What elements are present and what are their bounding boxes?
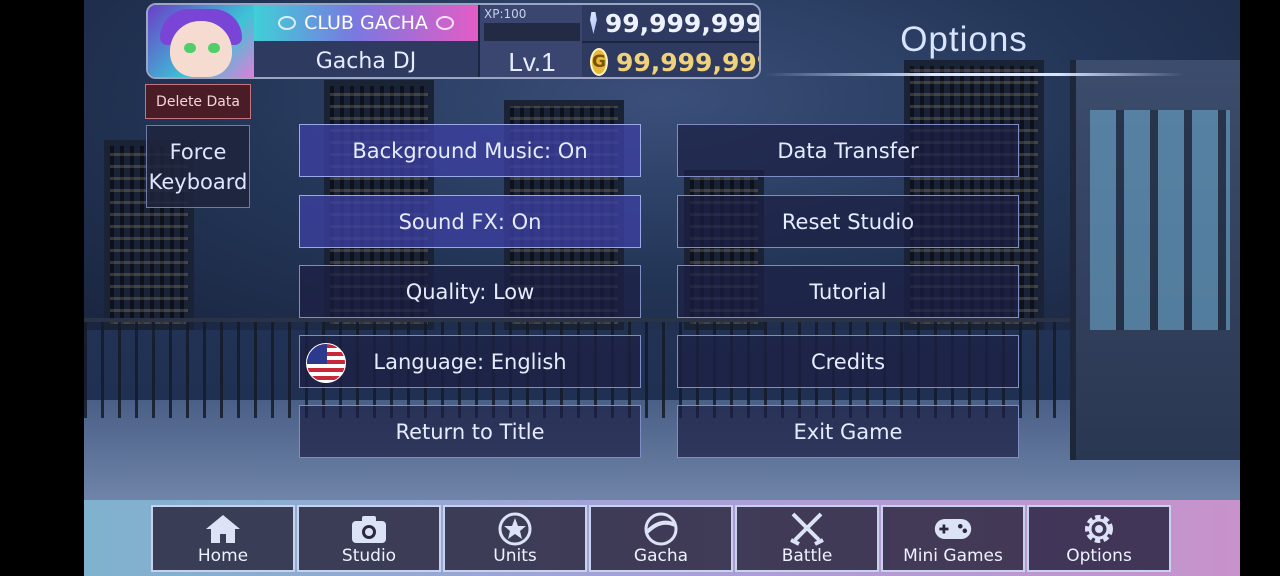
player-profile-panel: CLUB GACHA Gacha DJ XP:100 Lv.1 99,999,9… <box>146 3 761 79</box>
credits-button[interactable]: Credits <box>677 335 1019 388</box>
gold-coin-icon: G <box>590 48 608 76</box>
xp-label: XP:100 <box>484 7 527 21</box>
reset-studio-label: Reset Studio <box>781 209 915 234</box>
credits-label: Credits <box>810 349 886 374</box>
language-label: Language: English <box>373 349 567 374</box>
club-name: CLUB GACHA <box>304 12 428 34</box>
delete-data-button[interactable]: Delete Data <box>145 84 251 119</box>
player-name: Gacha DJ <box>254 41 478 77</box>
exit-game-button[interactable]: Exit Game <box>677 405 1019 458</box>
gacha-ball-icon <box>641 512 681 546</box>
return-to-title-button[interactable]: Return to Title <box>299 405 641 458</box>
diamond-icon <box>590 12 597 34</box>
title-underline <box>764 73 1184 76</box>
club-banner: CLUB GACHA <box>254 5 478 41</box>
language-button[interactable]: Language: English <box>299 335 641 388</box>
nav-options[interactable]: Options <box>1027 505 1171 572</box>
xp-progress-bar <box>484 23 580 41</box>
nav-gacha[interactable]: Gacha <box>589 505 733 572</box>
force-keyboard-button[interactable]: Force Keyboard <box>146 125 250 208</box>
crossed-swords-icon <box>787 512 827 546</box>
exit-game-label: Exit Game <box>793 419 903 444</box>
gear-icon <box>1079 512 1119 546</box>
sound-fx-label: Sound FX: On <box>398 209 542 234</box>
page-title: Options <box>900 20 1028 59</box>
quality-button[interactable]: Quality: Low <box>299 265 641 318</box>
nav-units[interactable]: Units <box>443 505 587 572</box>
nav-battle[interactable]: Battle <box>735 505 879 572</box>
club-ring-icon <box>278 16 297 30</box>
gold-counter: G 99,999,999 <box>582 43 761 77</box>
game-screen: CLUB GACHA Gacha DJ XP:100 Lv.1 99,999,9… <box>84 0 1240 576</box>
player-level: Lv.1 <box>508 46 556 77</box>
xp-panel: XP:100 Lv.1 <box>478 5 582 77</box>
camera-icon <box>349 512 389 546</box>
avatar[interactable] <box>148 5 254 77</box>
nav-options-label: Options <box>1066 546 1132 566</box>
return-to-title-label: Return to Title <box>395 419 545 444</box>
nav-studio[interactable]: Studio <box>297 505 441 572</box>
data-transfer-label: Data Transfer <box>777 138 919 163</box>
sound-fx-button[interactable]: Sound FX: On <box>299 195 641 248</box>
nav-home-label: Home <box>197 546 249 566</box>
bottom-nav-bar: Home Studio Units Gacha Battle Mini Game… <box>84 500 1240 576</box>
gamepad-icon <box>933 512 973 546</box>
background-music-label: Background Music: On <box>352 138 588 163</box>
reset-studio-button[interactable]: Reset Studio <box>677 195 1019 248</box>
nav-home[interactable]: Home <box>151 505 295 572</box>
gold-amount: 99,999,999 <box>615 47 761 77</box>
gem-amount: 99,999,999 <box>604 8 761 38</box>
data-transfer-button[interactable]: Data Transfer <box>677 124 1019 177</box>
club-ring-icon <box>435 16 454 30</box>
background-music-button[interactable]: Background Music: On <box>299 124 641 177</box>
quality-label: Quality: Low <box>405 279 535 304</box>
nav-battle-label: Battle <box>781 546 833 566</box>
us-flag-icon <box>306 343 346 383</box>
nav-mini-games-label: Mini Games <box>903 546 1003 566</box>
nav-gacha-label: Gacha <box>633 546 689 566</box>
rooftop-house <box>1070 60 1240 460</box>
nav-units-label: Units <box>493 546 537 566</box>
tutorial-label: Tutorial <box>809 279 887 304</box>
nav-studio-label: Studio <box>341 546 397 566</box>
home-icon <box>203 512 243 546</box>
gem-counter: 99,999,999 <box>582 5 761 43</box>
tutorial-button[interactable]: Tutorial <box>677 265 1019 318</box>
nav-mini-games[interactable]: Mini Games <box>881 505 1025 572</box>
star-icon <box>495 512 535 546</box>
